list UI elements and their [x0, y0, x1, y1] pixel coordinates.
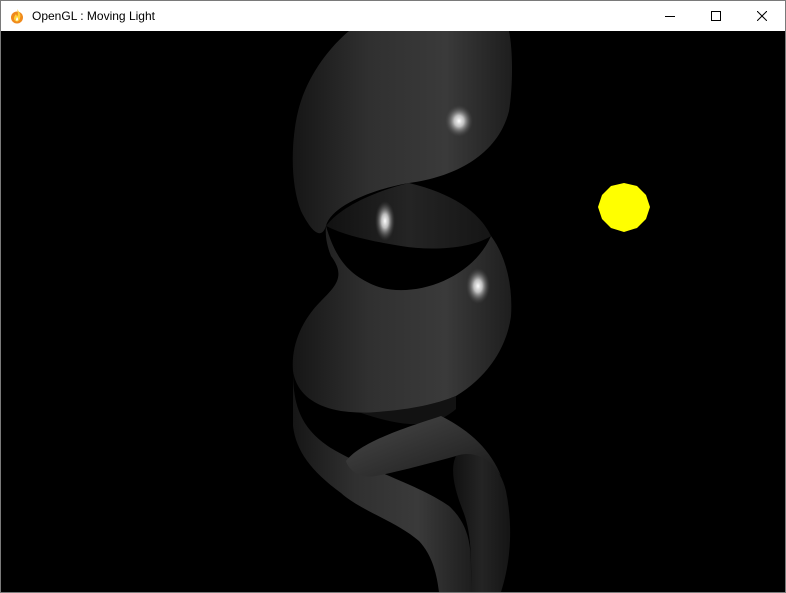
close-icon — [757, 11, 767, 21]
window-title: OpenGL : Moving Light — [32, 9, 155, 23]
flame-icon[interactable] — [9, 8, 25, 24]
specular-highlight-top — [445, 105, 473, 137]
window-controls — [647, 1, 785, 31]
close-button[interactable] — [739, 1, 785, 31]
minimize-icon — [665, 16, 675, 17]
minimize-button[interactable] — [647, 1, 693, 31]
title-bar[interactable]: OpenGL : Moving Light — [1, 1, 785, 31]
light-source — [598, 183, 650, 232]
specular-highlight-middle — [375, 201, 395, 241]
specular-highlight-lower — [466, 268, 490, 304]
opengl-viewport[interactable] — [1, 31, 785, 592]
maximize-icon — [711, 11, 721, 21]
helix-band-middle — [292, 226, 512, 413]
app-window: OpenGL : Moving Light — [0, 0, 786, 593]
maximize-button[interactable] — [693, 1, 739, 31]
